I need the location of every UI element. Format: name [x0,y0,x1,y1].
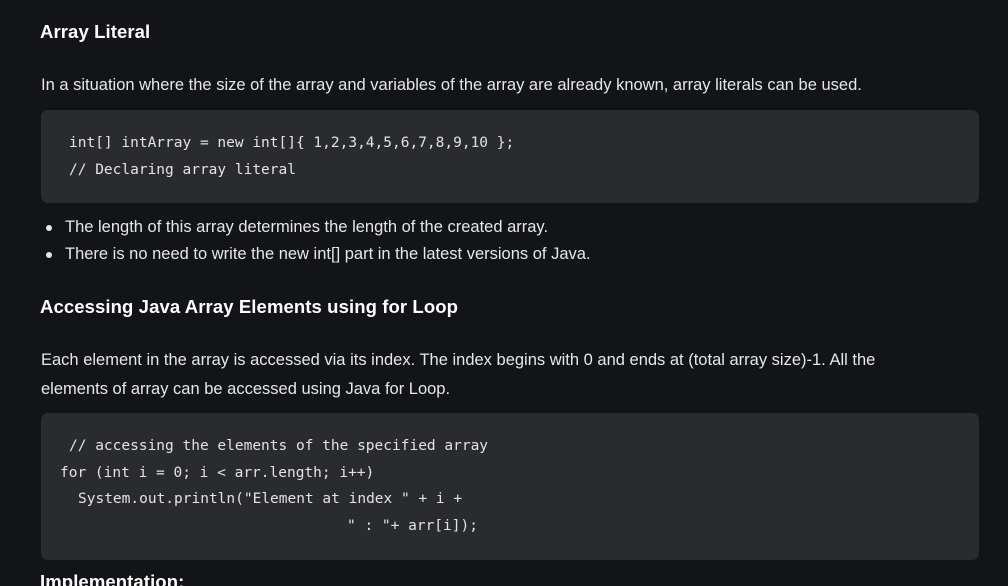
article-page: Array Literal In a situation where the s… [0,0,1008,586]
paragraph-line: elements of array can be accessed using … [41,380,451,398]
heading-array-literal: Array Literal [40,21,151,42]
paragraph-line: Each element in the array is accessed vi… [41,351,876,369]
bullet-text: The length of this array determines the … [65,218,549,236]
code-block-for-loop: // accessing the elements of the specifi… [41,413,979,560]
array-literal-description: In a situation where the size of the arr… [41,76,862,94]
code-line: " : "+ arr[i]); [347,518,478,534]
bullet-item: The length of this array determines the … [41,214,591,241]
heading-accessing-elements: Accessing Java Array Elements using for … [40,296,459,317]
bullet-text: There is no need to write the new int[] … [65,245,591,263]
code-line: System.out.println("Element at index " +… [78,491,463,507]
bullet-dot-icon [46,225,52,231]
code-line: // Declaring array literal [69,162,296,178]
code-line: // accessing the elements of the specifi… [69,438,489,454]
bullet-item: There is no need to write the new int[] … [41,241,591,268]
accessing-elements-description: Each element in the array is accessed vi… [41,346,941,404]
code-block-array-literal: int[] intArray = new int[]{ 1,2,3,4,5,6,… [41,110,979,203]
heading-implementation: Implementation: [40,571,185,586]
bullet-dot-icon [46,252,52,258]
bullet-list: The length of this array determines the … [41,214,591,268]
code-line: for (int i = 0; i < arr.length; i++) [60,465,375,481]
code-line: int[] intArray = new int[]{ 1,2,3,4,5,6,… [69,135,515,151]
